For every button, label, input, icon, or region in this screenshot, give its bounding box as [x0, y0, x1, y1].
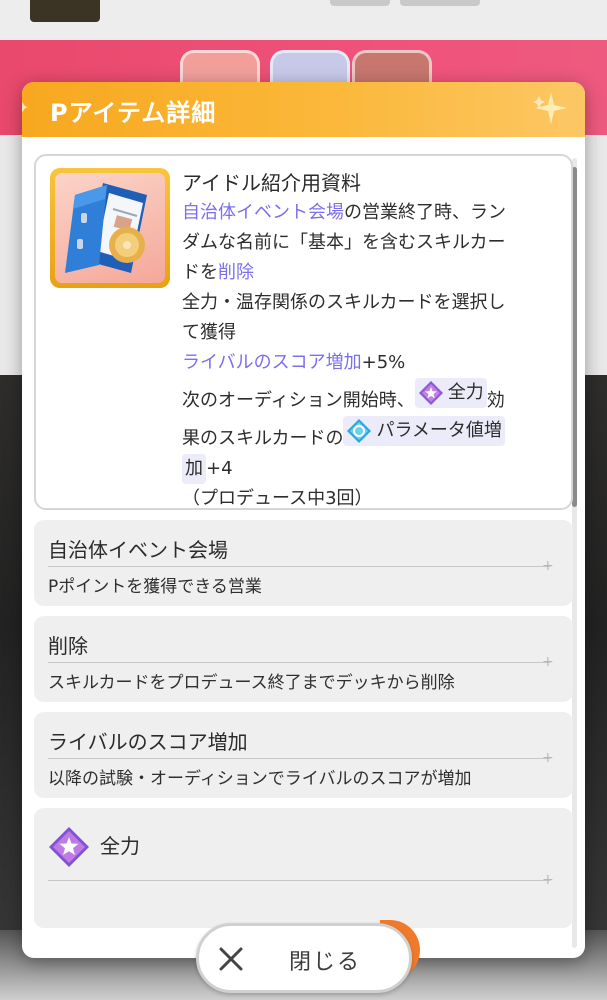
chip-label: 全力 [447, 382, 484, 403]
detail-scroll-area[interactable]: アイドル紹介用資料 自治体イベント会場の営業終了時、ラン ダムな名前に「基本」を… [34, 154, 574, 958]
description-text: +4 [206, 458, 233, 479]
item-icon [55, 173, 165, 283]
keyword-section: ライバルのスコア増加 + 以降の試験・オーディションでライバルのスコアが増加 [34, 712, 573, 798]
divider [48, 758, 550, 759]
description-line: ライバルのスコア増加+5% [182, 348, 562, 378]
item-icon-frame [50, 168, 170, 288]
keyword-description: 以降の試験・オーディションでライバルのスコアが増加 [48, 769, 472, 789]
keyword-section: 削除 + スキルカードをプロデュース終了までデッキから削除 [34, 616, 573, 702]
description-line: 果のスキルカードの パラメータ値増 [182, 416, 562, 454]
keyword-section: 自治体イベント会場 + Pポイントを獲得できる営業 [34, 520, 573, 606]
sparkle-icon [533, 92, 567, 124]
description-line: ドを削除 [182, 258, 562, 288]
description-text: 果のスキルカードの [182, 428, 344, 449]
plus-icon: + [542, 750, 554, 766]
description-text: の営業終了時、ラン [344, 202, 506, 223]
background-tab [400, 0, 480, 6]
item-detail-dialog: ✦ Pアイテム詳細 アイドル紹介用資料 自治体イベント会場の営業終了時、ラン ダ… [22, 82, 585, 958]
description-text: +5% [361, 352, 406, 373]
item-description: アイドル紹介用資料 自治体イベント会場の営業終了時、ラン ダムな名前に「基本」を… [182, 168, 562, 514]
plus-icon: + [542, 558, 554, 574]
keyword-title: ライバルのスコア増加 [48, 730, 248, 754]
background-avatar [30, 0, 100, 22]
close-button-label: 閉じる [289, 950, 362, 975]
description-line: （プロデュース中3回） [182, 488, 373, 509]
chip-label: パラメータ値増 [376, 420, 502, 441]
item-name: アイドル紹介用資料 [182, 171, 361, 195]
close-button[interactable]: 閉じる [196, 923, 412, 993]
chip-label: 加 [185, 458, 203, 479]
keyword-title: 自治体イベント会場 [48, 538, 228, 562]
dialog-header: ✦ Pアイテム詳細 [22, 82, 585, 137]
close-x-icon [219, 947, 243, 971]
parameter-up-chip[interactable]: パラメータ値増 [343, 416, 505, 446]
keyword-description: スキルカードをプロデュース終了までデッキから削除 [48, 673, 455, 693]
plus-icon: + [542, 872, 554, 888]
description-line: て獲得 [182, 322, 236, 343]
keyword-section: 全力 + [34, 808, 573, 928]
description-line: 次のオーディション開始時、 全力効 [182, 378, 562, 416]
keyword-link[interactable]: 自治体イベント会場 [182, 202, 344, 223]
background-tab [330, 0, 390, 6]
divider [48, 662, 550, 663]
keyword-description: Pポイントを獲得できる営業 [48, 577, 262, 597]
dialog-title: Pアイテム詳細 [50, 99, 217, 127]
parameter-up-icon [347, 419, 372, 443]
full-power-star-icon [49, 827, 89, 867]
description-line: 加 +4 [182, 454, 562, 484]
plus-icon: + [542, 654, 554, 670]
full-power-chip[interactable]: 全力 [414, 378, 487, 408]
blue-folder-with-disc-icon [65, 183, 147, 273]
parameter-up-chip-cont[interactable]: 加 [182, 454, 206, 484]
description-line: 全力・温存関係のスキルカードを選択し [182, 292, 506, 313]
keyword-title: 削除 [48, 634, 88, 658]
full-power-star-icon [418, 381, 443, 405]
description-text: ドを [182, 262, 218, 283]
keyword-title: 全力 [100, 834, 140, 858]
divider [48, 566, 550, 567]
description-line: ダムな名前に「基本」を含むスキルカー [182, 232, 506, 253]
description-text: 効 [486, 390, 505, 411]
item-card: アイドル紹介用資料 自治体イベント会場の営業終了時、ラン ダムな名前に「基本」を… [34, 154, 573, 510]
divider [48, 880, 550, 881]
keyword-link[interactable]: ライバルのスコア増加 [182, 352, 362, 373]
sparkle-icon: ✦ [22, 98, 30, 117]
keyword-link[interactable]: 削除 [218, 262, 254, 283]
description-line: 自治体イベント会場の営業終了時、ラン [182, 198, 562, 228]
description-text: 次のオーディション開始時、 [182, 390, 415, 411]
